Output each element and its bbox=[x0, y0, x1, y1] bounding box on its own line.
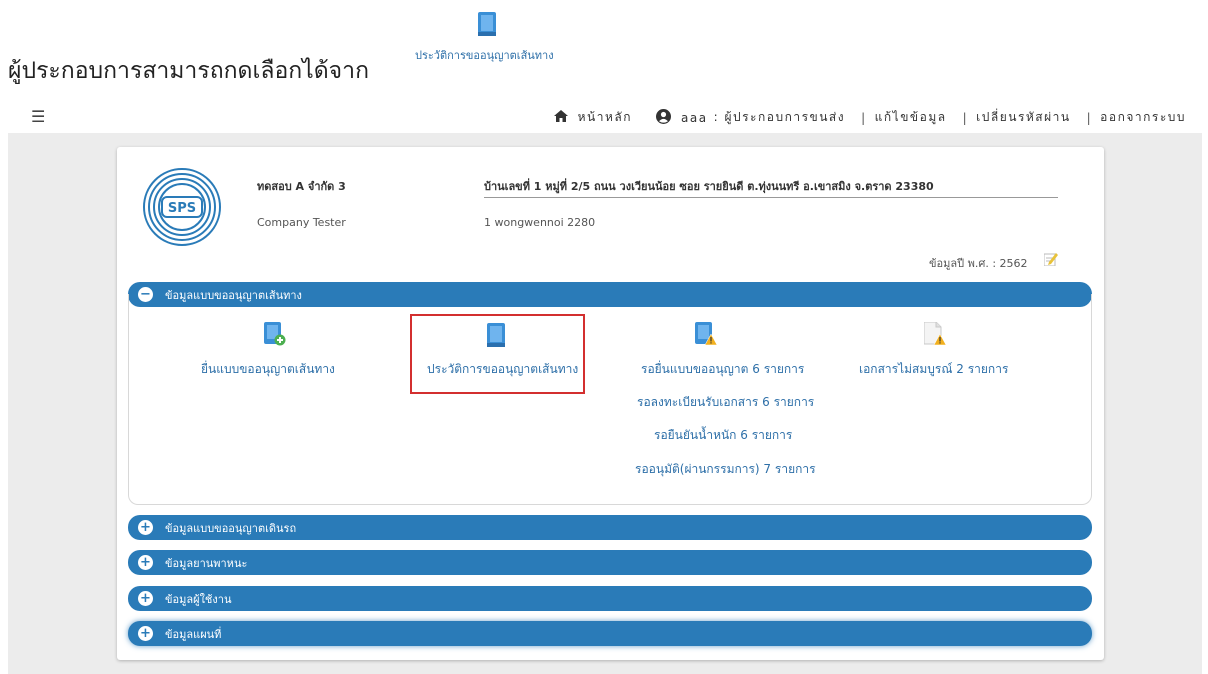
nav-home-label: หน้าหลัก bbox=[577, 110, 633, 124]
logo-text: SPS bbox=[168, 201, 196, 216]
nav-user[interactable]: aaa : ผู้ประกอบการขนส่ง bbox=[656, 108, 845, 127]
pending-register-link[interactable]: รอลงทะเบียนรับเอกสาร 6 รายการ bbox=[637, 393, 814, 412]
user-circle-icon bbox=[656, 108, 672, 127]
nav-edit-profile[interactable]: แก้ไขข้อมูล bbox=[875, 108, 947, 127]
section-vehicles[interactable]: + ข้อมูลยานพาหนะ bbox=[128, 550, 1092, 575]
incomplete-document-icon[interactable] bbox=[923, 321, 947, 350]
pending-document-icon[interactable] bbox=[695, 322, 718, 350]
home-icon bbox=[553, 110, 568, 125]
history-document-icon[interactable] bbox=[487, 323, 505, 351]
nav-change-password[interactable]: เปลี่ยนรหัสผ่าน bbox=[976, 108, 1070, 127]
section-label: ข้อมูลแผนที่ bbox=[165, 627, 222, 641]
pending-weight-link[interactable]: รอยืนยันน้ำหนัก 6 รายการ bbox=[654, 426, 792, 445]
section-users[interactable]: + ข้อมูลผู้ใช้งาน bbox=[128, 586, 1092, 611]
expand-icon: + bbox=[138, 555, 153, 570]
section-driving-permit[interactable]: + ข้อมูลแบบขออนุญาตเดินรถ bbox=[128, 515, 1092, 540]
nav-separator: | bbox=[1086, 110, 1093, 125]
submit-route-permit-link[interactable]: ยื่นแบบขออนุญาตเส้นทาง bbox=[201, 360, 335, 379]
pending-approve-link[interactable]: รออนุมัติ(ผ่านกรรมการ) 7 รายการ bbox=[635, 460, 816, 479]
history-link-caption[interactable]: ประวัติการขออนุญาตเส้นทาง bbox=[415, 46, 554, 64]
section-map[interactable]: + ข้อมูลแผนที่ bbox=[128, 621, 1092, 646]
incomplete-docs-link[interactable]: เอกสารไม่สมบูรณ์ 2 รายการ bbox=[859, 360, 1008, 379]
nav-separator: | bbox=[861, 110, 867, 125]
nav-home[interactable]: หน้าหลัก bbox=[553, 108, 633, 127]
top-navbar: หน้าหลัก aaa : ผู้ประกอบการขนส่ง | แก้ไข… bbox=[553, 108, 1186, 127]
nav-role: : ผู้ประกอบการขนส่ง bbox=[713, 110, 846, 124]
pending-submit-link[interactable]: รอยื่นแบบขออนุญาต 6 รายการ bbox=[641, 360, 804, 379]
address-divider bbox=[484, 197, 1058, 198]
expand-icon: + bbox=[138, 626, 153, 641]
section-label: ข้อมูลผู้ใช้งาน bbox=[165, 592, 232, 606]
menu-toggle-icon[interactable]: ☰ bbox=[31, 107, 45, 126]
expand-icon: + bbox=[138, 591, 153, 606]
add-document-icon[interactable] bbox=[264, 322, 286, 350]
company-name: ทดสอบ A จำกัด 3 bbox=[257, 180, 346, 193]
instruction-text: ผู้ประกอบการสามารถกดเลือกได้จาก bbox=[8, 58, 370, 84]
document-icon bbox=[478, 12, 496, 40]
section-label: ข้อมูลแบบขออนุญาตเดินรถ bbox=[165, 521, 297, 535]
company-address-en: 1 wongwennoi 2280 bbox=[484, 216, 596, 229]
nav-separator: | bbox=[962, 110, 969, 125]
year-label: ข้อมูลปี พ.ศ. : 2562 bbox=[929, 257, 1028, 270]
company-logo: SPS bbox=[142, 167, 222, 247]
page: ผู้ประกอบการสามารถกดเลือกได้จาก ประวัติก… bbox=[0, 0, 1208, 674]
company-address: บ้านเลขที่ 1 หมู่ที่ 2/5 ถนน วงเวียนน้อย… bbox=[484, 180, 934, 193]
nav-username: aaa bbox=[681, 110, 708, 125]
route-permit-history-link[interactable]: ประวัติการขออนุญาตเส้นทาง bbox=[427, 360, 578, 379]
edit-note-icon[interactable] bbox=[1043, 251, 1058, 270]
section-label: ข้อมูลยานพาหนะ bbox=[165, 556, 248, 570]
company-name-en: Company Tester bbox=[257, 216, 346, 229]
nav-logout[interactable]: ออกจากระบบ bbox=[1100, 108, 1186, 127]
expand-icon: + bbox=[138, 520, 153, 535]
